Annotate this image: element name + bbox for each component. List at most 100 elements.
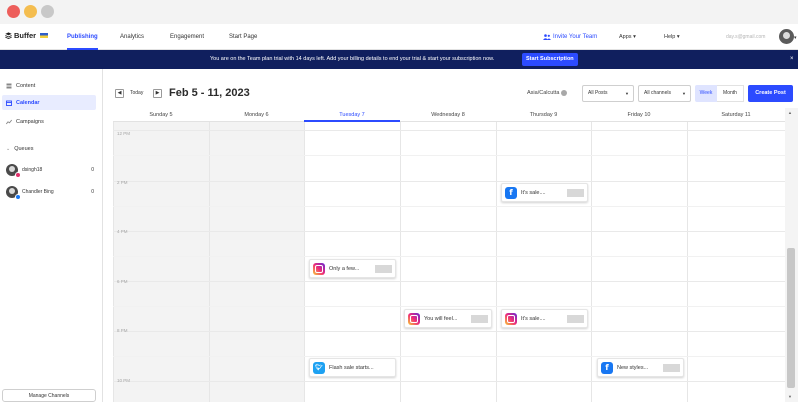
queue-count: 0 — [91, 189, 94, 195]
logo-text: Buffer — [14, 31, 37, 40]
sidebar-item-content[interactable]: Content — [2, 78, 96, 93]
half-hour-line — [113, 356, 785, 357]
scroll-down-icon[interactable]: ▼ — [788, 394, 792, 399]
queue-item-chandler-bing[interactable]: Chandler Bing 0 — [6, 185, 96, 200]
post-thumbnail — [567, 315, 584, 323]
sidebar-item-campaigns[interactable]: Campaigns — [2, 114, 96, 129]
instagram-icon — [408, 312, 420, 325]
hour-line — [113, 381, 785, 382]
sidebar-item-label: Content — [16, 82, 36, 89]
time-label: 10 PM — [117, 378, 131, 383]
post-thumbnail — [663, 364, 680, 372]
avatar — [6, 164, 21, 178]
post-text: You will feel... — [424, 315, 458, 322]
apps-menu[interactable]: Apps ▾ — [619, 24, 636, 50]
day-column-sunday[interactable] — [113, 122, 209, 402]
post-text: It's sale.... — [521, 315, 546, 322]
post-thumbnail — [471, 315, 488, 323]
tab-start-page[interactable]: Start Page — [229, 24, 257, 50]
start-subscription-button[interactable]: Start Subscription — [522, 53, 578, 66]
calendar-scrollbar[interactable]: ▲ ▼ — [785, 108, 798, 402]
trend-icon — [6, 119, 12, 124]
tab-publishing[interactable]: Publishing — [67, 24, 98, 50]
prev-week-button[interactable]: ◀ — [115, 89, 124, 98]
invite-team-button[interactable]: Invite Your Team — [543, 24, 597, 50]
hour-line — [113, 281, 785, 282]
post-text: New styles... — [617, 364, 649, 371]
post-text: It's sale.... — [521, 189, 546, 196]
day-header-saturday: Saturday 11 — [687, 108, 785, 122]
day-header-wednesday: Wednesday 8 — [400, 108, 496, 122]
chevron-down-icon: ▾ — [633, 34, 636, 40]
day-column-saturday[interactable] — [687, 122, 785, 402]
scrollbar-thumb[interactable] — [787, 248, 795, 388]
post-card[interactable]: You will feel... — [404, 309, 492, 328]
time-label: 4 PM — [117, 229, 128, 234]
day-header-thursday: Thursday 9 — [496, 108, 591, 122]
posts-filter-value: All Posts — [588, 90, 608, 96]
timezone-selector[interactable]: Asia/Calcutta — [527, 90, 568, 96]
facebook-icon: f — [601, 361, 613, 374]
calendar-grid: 12 PM 2 PM 4 PM 6 PM 8 PM 10 PM — [113, 122, 785, 402]
half-hour-line — [113, 306, 785, 307]
next-week-button[interactable]: ▶ — [153, 89, 162, 98]
help-menu[interactable]: Help ▾ — [664, 24, 680, 50]
day-header-friday: Friday 10 — [591, 108, 687, 122]
trial-banner-text: You are on the Team plan trial with 14 d… — [210, 56, 495, 62]
sidebar: Content Calendar Campaigns ⌄ Queues dsin… — [0, 69, 103, 402]
post-card[interactable]: Only a few... — [309, 259, 396, 278]
chevron-down-icon[interactable]: ▾ — [794, 35, 797, 41]
twitter-icon: 🐦︎ — [313, 361, 325, 374]
close-window-button[interactable] — [7, 5, 20, 18]
day-column-monday[interactable] — [209, 122, 304, 402]
close-icon[interactable]: × — [790, 50, 794, 69]
manage-channels-button[interactable]: Manage Channels — [2, 389, 96, 402]
date-range-title: Feb 5 - 11, 2023 — [169, 87, 250, 99]
tab-analytics[interactable]: Analytics — [120, 24, 144, 50]
queue-item-dsingh18[interactable]: dsingh18 0 — [6, 163, 96, 178]
post-text: Only a few... — [329, 265, 360, 272]
minimize-window-button[interactable] — [24, 5, 37, 18]
today-button[interactable]: Today — [130, 89, 143, 98]
chevron-down-icon: ▾ — [676, 34, 680, 40]
half-hour-line — [113, 256, 785, 257]
queues-toggle[interactable]: ⌄ Queues — [2, 141, 96, 156]
post-thumbnail — [375, 265, 392, 273]
account-email: day.s@gmail.com — [726, 34, 766, 40]
sidebar-item-label: Calendar — [16, 99, 40, 106]
queue-name: Chandler Bing — [22, 189, 54, 195]
post-card[interactable]: f It's sale.... — [501, 183, 588, 202]
queue-count: 0 — [91, 167, 94, 173]
day-header-monday: Monday 6 — [209, 108, 304, 122]
post-thumbnail — [567, 189, 584, 197]
queue-name: dsingh18 — [22, 167, 43, 173]
buffer-logo[interactable]: Buffer — [5, 31, 49, 40]
hour-line — [113, 331, 785, 332]
account-avatar[interactable] — [779, 29, 794, 44]
hour-line — [113, 130, 785, 131]
day-column-wednesday[interactable] — [400, 122, 496, 402]
facebook-icon — [15, 194, 21, 200]
create-post-button[interactable]: Create Post — [748, 85, 793, 102]
posts-filter-dropdown[interactable]: All Posts ▼ — [582, 85, 634, 102]
timezone-label: Asia/Calcutta — [527, 90, 560, 96]
invite-label: Invite Your Team — [553, 34, 598, 40]
post-card[interactable]: f New styles... — [597, 358, 684, 377]
maximize-window-button[interactable] — [41, 5, 54, 18]
chevron-down-icon: ⌄ — [6, 145, 11, 152]
calendar-icon — [6, 100, 12, 106]
day-column-thursday[interactable] — [496, 122, 591, 402]
post-card[interactable]: 🐦︎ Flash sale starts... — [309, 358, 396, 377]
sidebar-item-label: Campaigns — [16, 118, 44, 125]
scroll-up-icon[interactable]: ▲ — [788, 110, 792, 115]
post-text: Flash sale starts... — [329, 364, 374, 371]
channels-filter-value: All channels — [644, 90, 671, 96]
channels-filter-dropdown[interactable]: All channels ▼ — [638, 85, 691, 102]
apps-label: Apps — [619, 34, 632, 40]
post-card[interactable]: It's sale.... — [501, 309, 588, 328]
sidebar-item-calendar[interactable]: Calendar — [2, 95, 96, 110]
tab-engagement[interactable]: Engagement — [170, 24, 204, 50]
view-month-toggle[interactable]: Month — [717, 85, 744, 102]
calendar-toolbar: ◀ Today ▶ Feb 5 - 11, 2023 Asia/Calcutta… — [103, 69, 798, 108]
view-week-toggle[interactable]: Week — [695, 85, 717, 102]
